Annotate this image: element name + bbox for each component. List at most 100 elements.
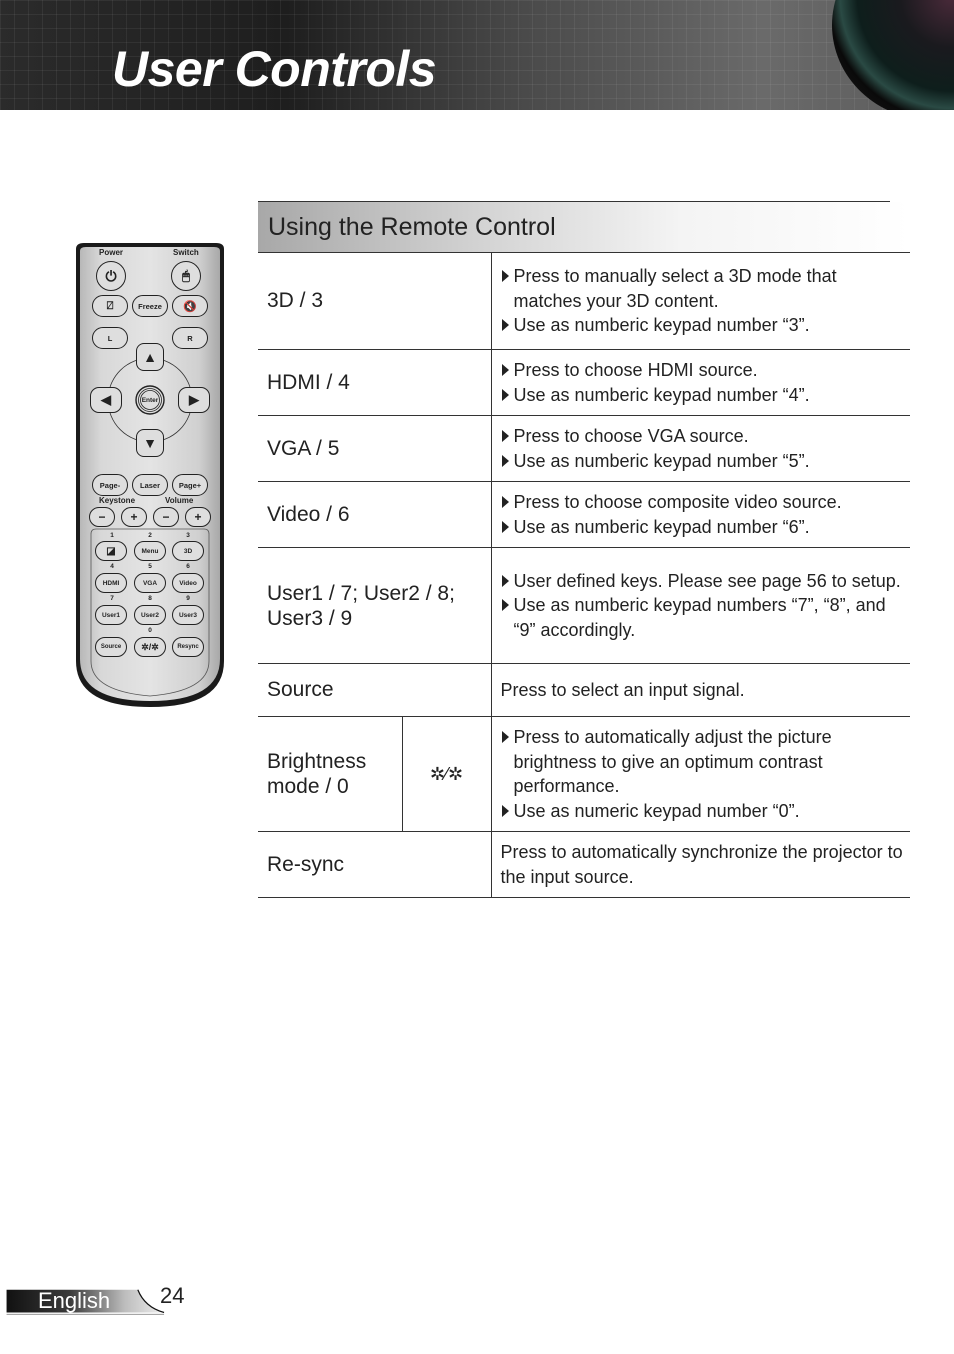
- arrow-right-icon: ▶: [189, 392, 199, 407]
- power-icon: ⏻: [105, 267, 117, 284]
- section-header: Using the Remote Control: [258, 202, 910, 252]
- row-key: HDMI / 4: [258, 349, 491, 416]
- key-number-0: 0: [148, 627, 152, 634]
- bullet-item: Use as numberic keypad number “4”.: [501, 383, 905, 408]
- 3d-button[interactable]: 3D: [172, 541, 204, 561]
- source-button[interactable]: Source: [95, 637, 127, 657]
- bullet-item: Use as numberic keypad number “3”.: [501, 313, 905, 338]
- page-plus-button[interactable]: Page+: [172, 474, 208, 496]
- power-button[interactable]: ⏻: [96, 261, 126, 291]
- bullet-item: Press to automatically adjust the pictur…: [501, 725, 905, 799]
- remote-functions-table: 3D / 3 Press to manually select a 3D mod…: [258, 252, 910, 898]
- page-minus-button[interactable]: Page-: [92, 474, 128, 496]
- hdmi-button[interactable]: HDMI: [95, 573, 127, 593]
- bullet-item: Use as numberic keypad numbers “7”, “8”,…: [501, 593, 905, 642]
- vga-button[interactable]: VGA: [134, 573, 166, 593]
- bullet-item: Press to manually select a 3D mode that …: [501, 264, 905, 313]
- page-number: 24: [160, 1283, 185, 1308]
- bullet-item: Press to choose composite video source.: [501, 490, 905, 515]
- key-number-1: 1: [110, 532, 114, 539]
- row-icon-cell: ✲⁄✲: [401, 716, 491, 832]
- user2-button[interactable]: User2: [134, 605, 166, 625]
- r-button[interactable]: R: [172, 327, 208, 349]
- keystone-minus-button[interactable]: −: [89, 507, 115, 527]
- mouse-icon: 🖱: [182, 268, 190, 283]
- brightness-mode-button[interactable]: ✲/✲: [134, 637, 166, 657]
- arrow-up-icon: ▲: [143, 349, 157, 365]
- row-description: Press to choose composite video source. …: [490, 481, 910, 548]
- freeze-button[interactable]: Freeze: [132, 295, 168, 317]
- remote-control-illustration: Power Switch ⏻ 🖱 ⍁ Freeze 🔇 L R ▲ ▼ ◀ ▶ …: [74, 241, 226, 709]
- user3-button[interactable]: User3: [172, 605, 204, 625]
- bullet-item: Use as numeric keypad number “0”.: [501, 799, 905, 824]
- table-row: Re-sync Press to automatically synchroni…: [258, 831, 910, 898]
- brightness-mode-icon: ✲/✲: [141, 641, 159, 652]
- row-description: Press to manually select a 3D mode that …: [490, 252, 910, 350]
- key-number-2: 2: [148, 532, 152, 539]
- row-key: VGA / 5: [258, 415, 491, 482]
- section-title: Using the Remote Control: [268, 213, 556, 241]
- enter-button[interactable]: Enter: [140, 390, 160, 410]
- table-row: Source Press to select an input signal.: [258, 663, 910, 717]
- down-button[interactable]: ▼: [136, 429, 164, 457]
- key-number-3: 3: [186, 532, 190, 539]
- footer-language: English: [38, 1288, 111, 1313]
- key-number-7: 7: [110, 595, 114, 602]
- brightness-mode-icon: ✲⁄✲: [429, 763, 464, 784]
- laser-button[interactable]: Laser: [132, 474, 168, 496]
- bullet-item: Use as numberic keypad number “6”.: [501, 515, 905, 540]
- row-description: Press to automatically adjust the pictur…: [490, 716, 910, 832]
- row-key: Video / 6: [258, 481, 491, 548]
- row-key: Re-sync: [258, 831, 491, 898]
- page-title: User Controls: [112, 41, 437, 97]
- user1-button[interactable]: User1: [95, 605, 127, 625]
- arrow-left-icon: ◀: [101, 392, 111, 407]
- bullet-item: Press to choose HDMI source.: [501, 358, 905, 383]
- table-row: 3D / 3 Press to manually select a 3D mod…: [258, 252, 910, 350]
- keystone-plus-button[interactable]: +: [121, 507, 147, 527]
- bullet-item: Press to choose VGA source.: [501, 424, 905, 449]
- up-button[interactable]: ▲: [136, 343, 164, 371]
- power-label: Power: [99, 248, 124, 257]
- volume-plus-button[interactable]: +: [185, 507, 211, 527]
- key-number-5: 5: [148, 563, 152, 570]
- volume-minus-button[interactable]: −: [153, 507, 179, 527]
- row-description: Press to choose HDMI source. Use as numb…: [490, 349, 910, 416]
- aspect-button[interactable]: ◪: [95, 541, 127, 561]
- row-key: Source: [258, 663, 491, 717]
- mute-button[interactable]: 🔇: [172, 295, 208, 317]
- table-row: Brightness mode / 0 ✲⁄✲ Press to automat…: [258, 716, 910, 832]
- row-description: Press to choose VGA source. Use as numbe…: [490, 415, 910, 482]
- table-row: User1 / 7; User2 / 8; User3 / 9 User def…: [258, 547, 910, 664]
- row-key: 3D / 3: [258, 252, 491, 350]
- resync-button[interactable]: Resync: [172, 637, 204, 657]
- aspect-ratio-icon: ◪: [106, 545, 116, 557]
- bullet-item: Use as numberic keypad number “5”.: [501, 449, 905, 474]
- table-row: HDMI / 4 Press to choose HDMI source. Us…: [258, 349, 910, 416]
- blank-screen-icon: ⍁: [106, 299, 114, 312]
- key-number-4: 4: [110, 563, 114, 570]
- page-banner: User Controls: [0, 0, 954, 110]
- left-button[interactable]: ◀: [90, 387, 122, 413]
- key-number-9: 9: [186, 595, 190, 602]
- row-description: Press to select an input signal.: [490, 663, 910, 717]
- row-description: User defined keys. Please see page 56 to…: [490, 547, 910, 664]
- l-button[interactable]: L: [92, 327, 128, 349]
- table-row: Video / 6 Press to choose composite vide…: [258, 481, 910, 548]
- display-blank-button[interactable]: ⍁: [92, 295, 128, 317]
- video-button[interactable]: Video: [172, 573, 204, 593]
- right-button[interactable]: ▶: [178, 387, 210, 413]
- volume-label: Volume: [165, 496, 194, 505]
- row-key: Brightness mode / 0: [258, 716, 402, 832]
- key-number-6: 6: [186, 563, 190, 570]
- table-row: VGA / 5 Press to choose VGA source. Use …: [258, 415, 910, 482]
- mute-icon: 🔇: [183, 300, 197, 313]
- row-key: User1 / 7; User2 / 8; User3 / 9: [258, 547, 491, 664]
- bullet-item: User defined keys. Please see page 56 to…: [501, 569, 905, 594]
- switch-button[interactable]: 🖱: [171, 261, 201, 291]
- key-number-8: 8: [148, 595, 152, 602]
- row-description: Press to automatically synchronize the p…: [490, 831, 910, 898]
- arrow-down-icon: ▼: [143, 435, 157, 451]
- menu-button[interactable]: Menu: [134, 541, 166, 561]
- switch-label: Switch: [173, 248, 199, 257]
